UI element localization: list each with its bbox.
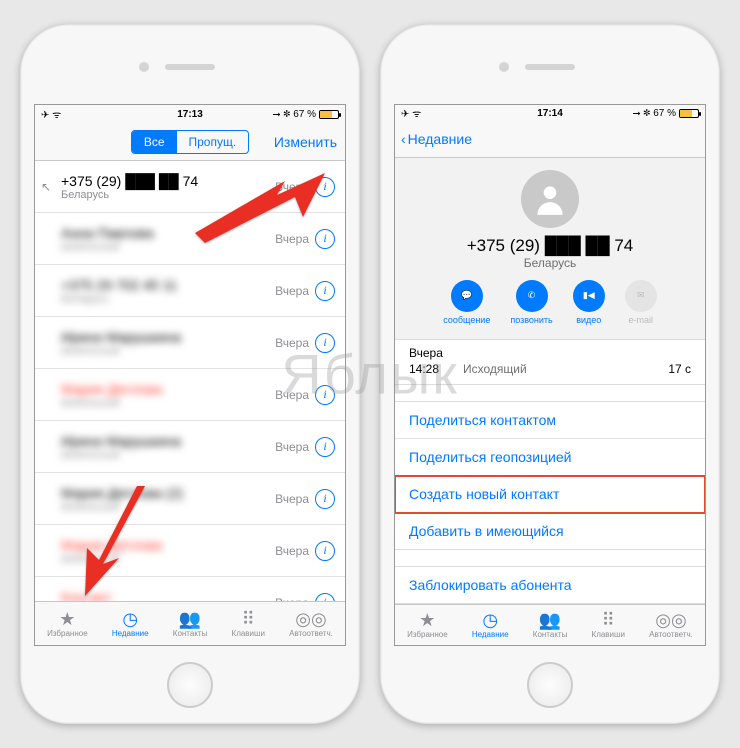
info-button[interactable]: i — [315, 593, 335, 602]
share-contact[interactable]: Поделиться контактом — [395, 402, 705, 439]
recents-row[interactable]: Мария Дятлова (2)мобильныйВчераi — [35, 473, 345, 525]
tab-contacts[interactable]: 👥Контакты — [173, 610, 208, 638]
edit-button[interactable]: Изменить — [274, 134, 337, 150]
action-video[interactable]: ▮◀видео — [573, 280, 605, 325]
segmented-control[interactable]: Все Пропущ. — [131, 130, 249, 154]
back-button[interactable]: ‹ Недавние — [401, 131, 472, 147]
tab-favorites[interactable]: ★Избранное — [407, 611, 448, 639]
segment-missed[interactable]: Пропущ. — [177, 131, 249, 153]
contact-country: Беларусь — [395, 256, 705, 270]
message-icon: 💬 — [451, 280, 483, 312]
info-button[interactable]: i — [315, 333, 335, 353]
screen-contact-card: ✈︎ ᯤ 17:14 ⭢ ✽ 67 % ‹ Недавние +375 (29)… — [394, 104, 706, 646]
caller-name: +375 (29) ███ ██ 74 — [61, 173, 275, 189]
call-time: Вчера — [275, 232, 309, 246]
navbar-recents: Все Пропущ. Изменить — [35, 123, 345, 161]
caller-sub: мобильный — [61, 345, 275, 357]
phone-left: ✈︎ ᯤ 17:13 ⭢ ✽ 67 % Все Пропущ. Изменить… — [20, 24, 360, 724]
create-new-contact[interactable]: Создать новый контакт — [395, 476, 705, 513]
mail-icon: ✉ — [625, 280, 657, 312]
call-time: Вчера — [275, 544, 309, 558]
tab-keypad[interactable]: ⠿Клавиши — [592, 611, 625, 639]
contact-number: +375 (29) ███ ██ 74 — [395, 236, 705, 256]
action-row: 💬сообщение ✆позвонить ▮◀видео ✉e-mail — [395, 280, 705, 325]
tab-voicemail[interactable]: ◎◎Автоответч. — [649, 611, 693, 639]
caller-name: Мария Дятлова — [61, 381, 275, 397]
info-button[interactable]: i — [315, 489, 335, 509]
caller-sub: мобильный — [61, 241, 275, 253]
call-time: Вчера — [275, 492, 309, 506]
tab-bar: ★Избранное ◷Недавние 👥Контакты ⠿Клавиши … — [35, 601, 345, 645]
recents-row[interactable]: Анна ПавловамобильныйВчераi — [35, 213, 345, 265]
caller-sub: мобильный — [61, 397, 275, 409]
navbar-contact: ‹ Недавние — [395, 122, 705, 158]
call-time: Вчера — [275, 284, 309, 298]
call-log-row: 14:28 Исходящий 17 с — [395, 360, 705, 384]
info-button[interactable]: i — [315, 437, 335, 457]
recents-row[interactable]: ↖︎ +375 (29) ███ ██ 74БеларусьВчераi — [35, 161, 345, 213]
home-button[interactable] — [167, 662, 213, 708]
caller-sub: Беларусь — [61, 189, 275, 201]
contact-details: Вчера 14:28 Исходящий 17 с Поделиться ко… — [395, 340, 705, 604]
caller-name: Ирина Марушкина — [61, 433, 275, 449]
caller-sub: мобильный — [61, 501, 275, 513]
add-to-existing[interactable]: Добавить в имеющийся — [395, 513, 705, 549]
tab-keypad[interactable]: ⠿Клавиши — [232, 610, 265, 638]
call-time: Вчера — [275, 180, 309, 194]
status-bar: ✈︎ ᯤ 17:13 ⭢ ✽ 67 % — [35, 105, 345, 123]
caller-name: +375 29 702 45 11 — [61, 277, 275, 293]
recents-row[interactable]: +375 29 702 45 11БеларусьВчераi — [35, 265, 345, 317]
tab-recents[interactable]: ◷Недавние — [112, 610, 149, 638]
screen-recents: ✈︎ ᯤ 17:13 ⭢ ✽ 67 % Все Пропущ. Изменить… — [34, 104, 346, 646]
recents-row[interactable]: Мария ДятловамобильныйВчераi — [35, 525, 345, 577]
phone-icon: ✆ — [516, 280, 548, 312]
caller-name: Анна Павлова — [61, 225, 275, 241]
block-caller[interactable]: Заблокировать абонента — [395, 567, 705, 603]
contact-header: +375 (29) ███ ██ 74 Беларусь 💬сообщение … — [395, 158, 705, 340]
tab-bar: ★Избранное ◷Недавние 👥Контакты ⠿Клавиши … — [395, 604, 705, 645]
recents-row[interactable]: Ирина МарушкинамобильныйВчераi — [35, 317, 345, 369]
home-button[interactable] — [527, 662, 573, 708]
call-log-day: Вчера — [395, 340, 705, 360]
caller-sub: мобильный — [61, 553, 275, 565]
info-button[interactable]: i — [315, 281, 335, 301]
call-time: Вчера — [275, 336, 309, 350]
recents-list[interactable]: ↖︎+375 (29) ███ ██ 74БеларусьВчераiАнна … — [35, 161, 345, 601]
share-location[interactable]: Поделиться геопозицией — [395, 439, 705, 476]
status-bar: ✈︎ ᯤ 17:14 ⭢ ✽ 67 % — [395, 105, 705, 122]
caller-sub: мобильный — [61, 449, 275, 461]
call-time: Вчера — [275, 388, 309, 402]
outgoing-icon: ↖︎ — [41, 180, 51, 194]
segment-all[interactable]: Все — [132, 131, 177, 153]
action-email: ✉e-mail — [625, 280, 657, 325]
video-icon: ▮◀ — [573, 280, 605, 312]
recents-row[interactable]: КонтактмобильныйВчераi — [35, 577, 345, 601]
info-button[interactable]: i — [315, 541, 335, 561]
call-time: Вчера — [275, 440, 309, 454]
action-call[interactable]: ✆позвонить — [510, 280, 552, 325]
caller-name: Мария Дятлова (2) — [61, 485, 275, 501]
info-button[interactable]: i — [315, 385, 335, 405]
caller-name: Ирина Марушкина — [61, 329, 275, 345]
info-button[interactable]: i — [315, 177, 335, 197]
caller-sub: Беларусь — [61, 293, 275, 305]
call-time: Вчера — [275, 596, 309, 602]
caller-name: Контакт — [61, 589, 275, 602]
phone-right: ✈︎ ᯤ 17:14 ⭢ ✽ 67 % ‹ Недавние +375 (29)… — [380, 24, 720, 724]
recents-row[interactable]: Ирина МарушкинамобильныйВчераi — [35, 421, 345, 473]
avatar — [521, 170, 579, 228]
tab-favorites[interactable]: ★Избранное — [47, 610, 88, 638]
recents-row[interactable]: Мария ДятловамобильныйВчераi — [35, 369, 345, 421]
caller-name: Мария Дятлова — [61, 537, 275, 553]
chevron-left-icon: ‹ — [401, 131, 406, 147]
tab-voicemail[interactable]: ◎◎Автоответч. — [289, 610, 333, 638]
action-message[interactable]: 💬сообщение — [443, 280, 490, 325]
info-button[interactable]: i — [315, 229, 335, 249]
tab-contacts[interactable]: 👥Контакты — [533, 611, 568, 639]
tab-recents[interactable]: ◷Недавние — [472, 611, 509, 639]
